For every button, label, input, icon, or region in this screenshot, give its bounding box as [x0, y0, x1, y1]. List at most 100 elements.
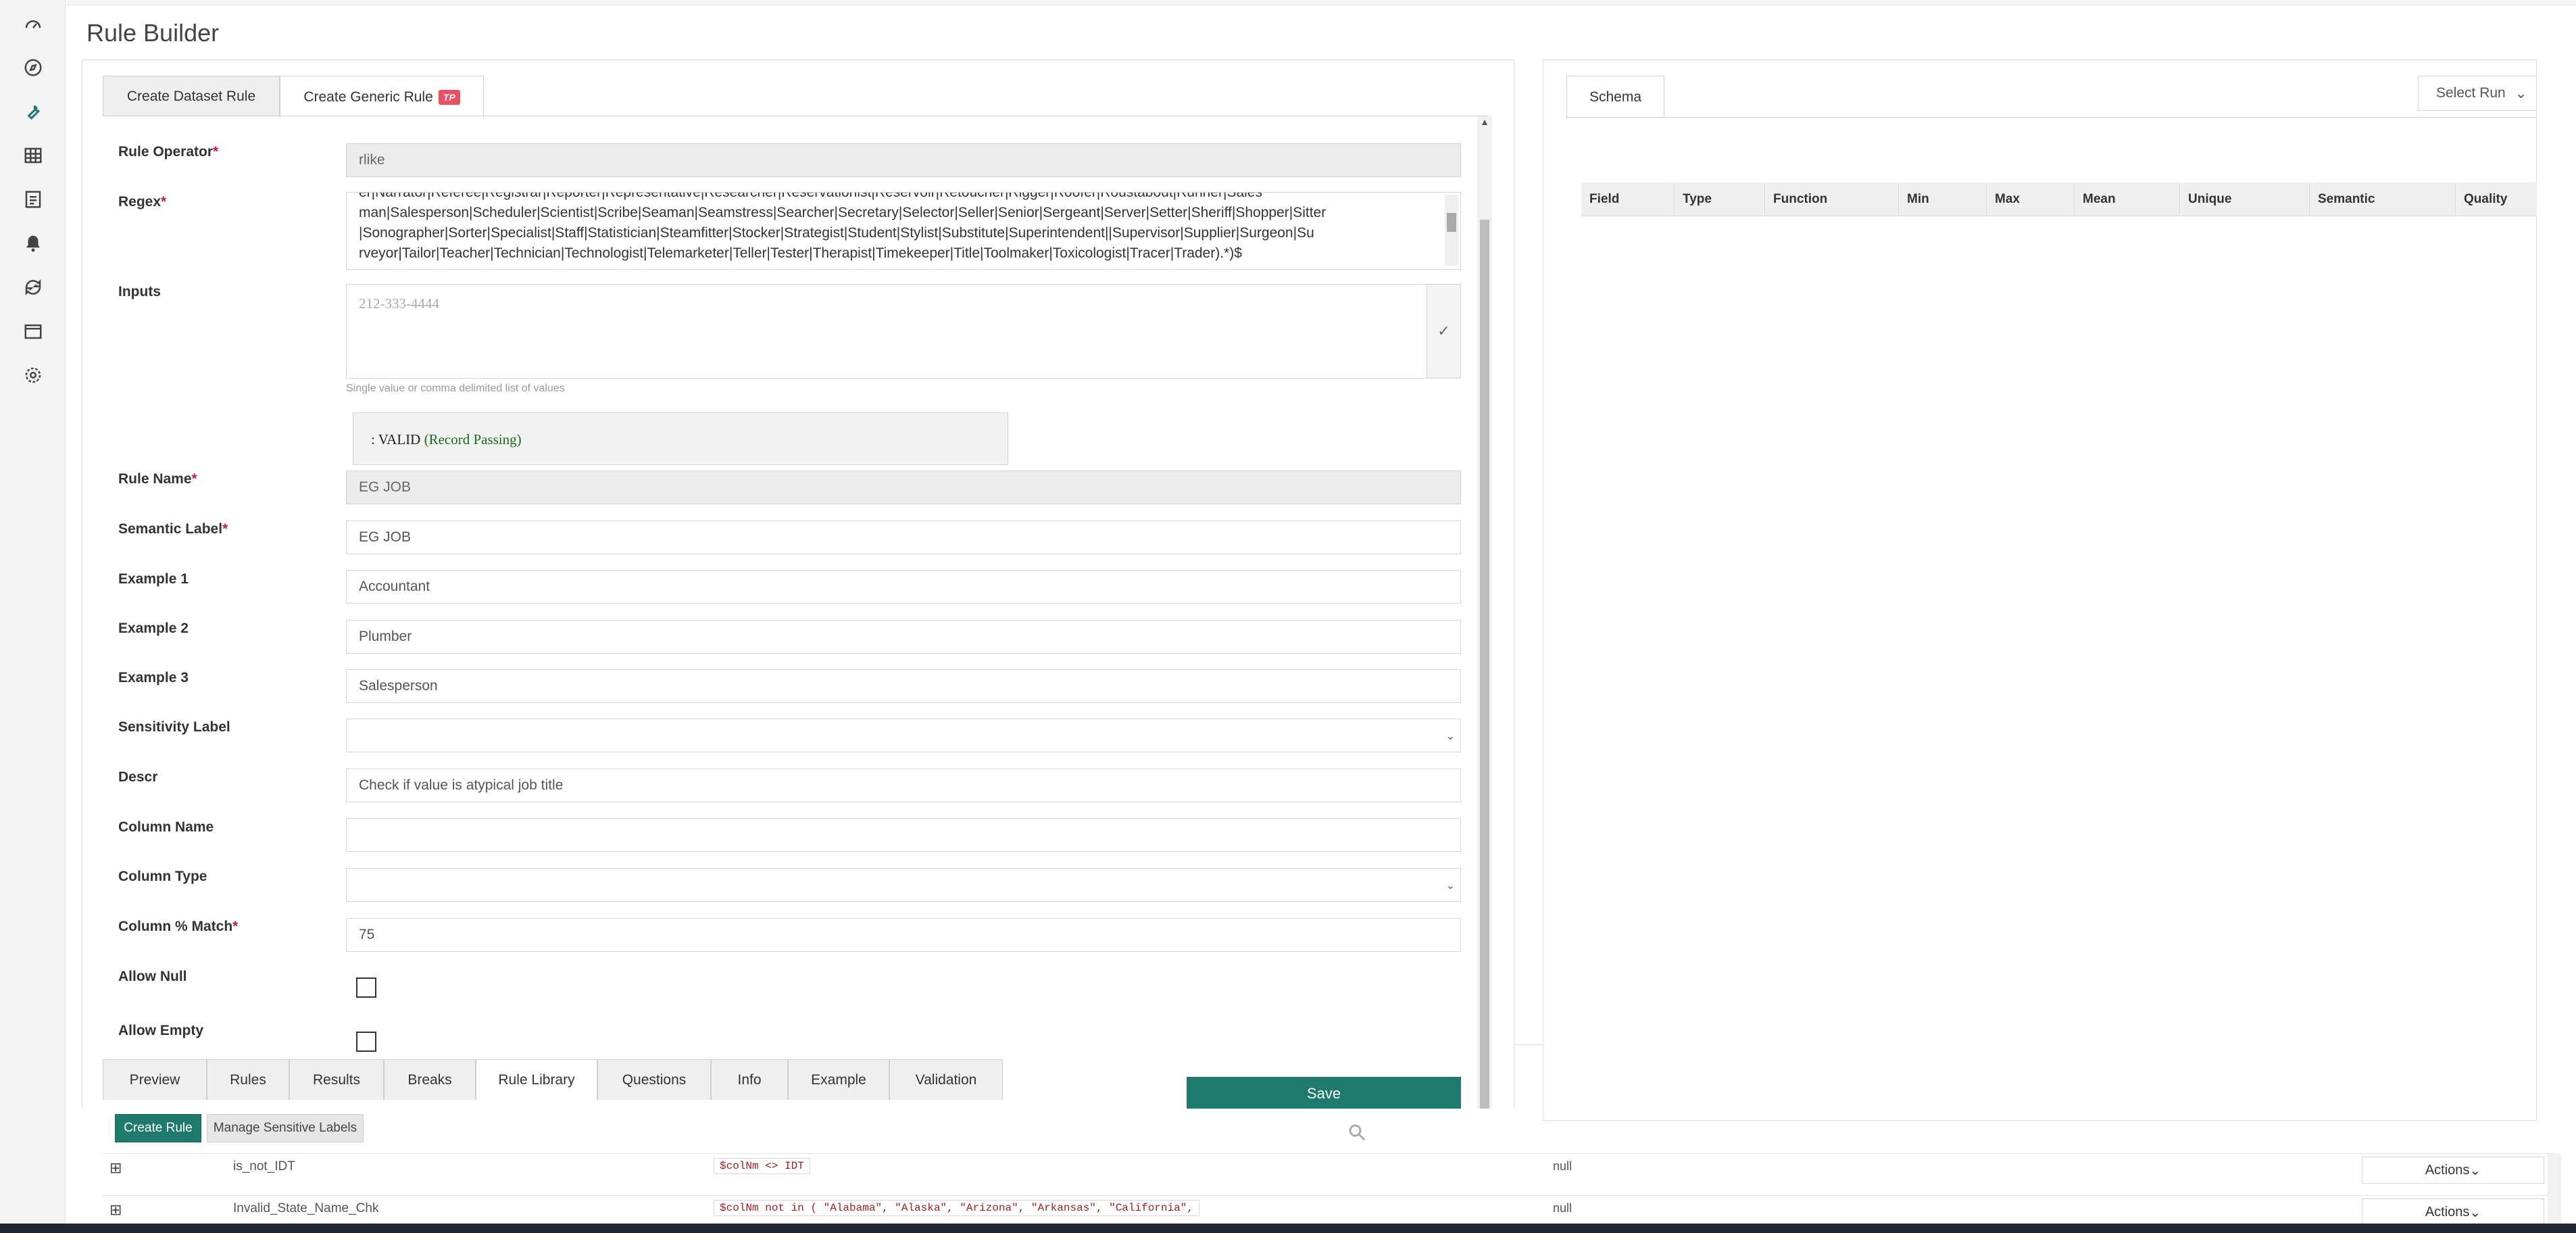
compass-icon[interactable]	[16, 51, 50, 84]
tab-info[interactable]: Info	[711, 1059, 788, 1100]
manage-sensitive-labels-button[interactable]: Manage Sensitive Labels	[207, 1114, 364, 1142]
allow-null-checkbox[interactable]	[356, 977, 376, 998]
tab-questions[interactable]: Questions	[597, 1059, 711, 1100]
panel-divider	[1514, 1044, 1543, 1045]
sidebar	[0, 0, 66, 1233]
tab-rules[interactable]: Rules	[207, 1059, 289, 1100]
tab-label: Create Generic Rule	[303, 89, 433, 105]
chevron-down-icon: ⌄	[1445, 731, 1455, 742]
tab-example[interactable]: Example	[788, 1059, 889, 1100]
tab-label: Create Dataset Rule	[126, 88, 256, 104]
regex-textarea[interactable]: er|Narrator|Referee|Registrar|Reporter|R…	[346, 192, 1461, 270]
valid-status: (Record Passing)	[424, 431, 522, 448]
rule-value-cell: null	[1553, 1201, 1572, 1215]
column-match-input[interactable]: 75	[346, 918, 1461, 952]
semantic-label-label: Semantic Label*	[118, 521, 228, 537]
schema-col-unique[interactable]: Unique	[2180, 183, 2310, 216]
schema-table-header: Field Type Function Min Max Mean Unique …	[1581, 183, 2537, 216]
tab-preview[interactable]: Preview	[103, 1059, 207, 1100]
regex-scrollbar-thumb[interactable]	[1447, 213, 1456, 232]
bell-icon[interactable]	[16, 226, 50, 260]
schema-col-semantic[interactable]: Semantic	[2310, 183, 2456, 216]
create-rule-button[interactable]: Create Rule	[115, 1114, 201, 1142]
save-button[interactable]: Save	[1187, 1077, 1461, 1111]
column-name-label: Column Name	[118, 819, 214, 835]
example2-input[interactable]: Plumber	[346, 620, 1461, 654]
inputs-label: Inputs	[118, 284, 161, 299]
actions-dropdown-button[interactable]: Actions ⌄	[2362, 1157, 2544, 1184]
tab-rule-library[interactable]: Rule Library	[476, 1059, 597, 1100]
rule-name-cell: is_not_IDT	[233, 1159, 295, 1174]
valid-prefix: : VALID	[371, 431, 421, 448]
example1-label: Example 1	[118, 571, 189, 587]
allow-empty-label: Allow Empty	[118, 1023, 204, 1038]
descr-label: Descr	[118, 769, 158, 785]
schema-panel	[1543, 59, 2537, 1121]
column-name-input[interactable]	[346, 818, 1461, 852]
validate-check-icon[interactable]: ✓	[1427, 284, 1461, 379]
example3-input[interactable]: Salesperson	[346, 669, 1461, 703]
rule-expression-cell: $colNm not in ( "Alabama", "Alaska", "Ar…	[714, 1200, 1199, 1216]
dashboard-icon[interactable]	[16, 7, 50, 41]
expand-row-icon[interactable]: ⊞	[109, 1159, 122, 1177]
regex-line: man|Salesperson|Scheduler|Scientist|Scri…	[359, 205, 1327, 220]
calendar-icon[interactable]	[16, 314, 50, 348]
wrench-icon[interactable]	[16, 95, 50, 128]
regex-line: rveyor|Tailor|Teacher|Technician|Technol…	[359, 245, 1242, 261]
library-tabs: Preview Rules Results Breaks Rule Librar…	[103, 1059, 1003, 1100]
tab-create-dataset-rule[interactable]: Create Dataset Rule	[103, 76, 280, 116]
sensitivity-label-label: Sensitivity Label	[118, 719, 230, 735]
column-type-label: Column Type	[118, 869, 207, 884]
chevron-down-icon: ⌄	[1445, 880, 1455, 892]
semantic-label-input[interactable]: EG JOB	[346, 521, 1461, 554]
table-row[interactable]: ⊞ is_not_IDT $colNm <> IDT null Actions ⌄	[101, 1153, 2554, 1194]
page-scrollbar[interactable]	[2548, 1154, 2561, 1233]
tab-schema[interactable]: Schema	[1566, 76, 1664, 118]
tp-badge: TP	[438, 89, 460, 105]
select-run-dropdown[interactable]: Select Run ⌄	[2418, 76, 2537, 111]
allow-null-label: Allow Null	[118, 969, 187, 984]
rule-name-input[interactable]: EG JOB	[346, 470, 1461, 504]
descr-input[interactable]: Check if value is atypical job title	[346, 769, 1461, 802]
example3-label: Example 3	[118, 670, 189, 685]
schema-col-function[interactable]: Function	[1765, 183, 1899, 216]
regex-label: Regex*	[118, 194, 167, 210]
rule-operator-label: Rule Operator*	[118, 144, 219, 160]
schema-col-field[interactable]: Field	[1581, 183, 1675, 216]
inputs-help-text: Single value or comma delimited list of …	[346, 383, 565, 394]
form-scrollbar-thumb[interactable]	[1480, 220, 1489, 1117]
schema-col-type[interactable]: Type	[1675, 183, 1765, 216]
schema-col-quality[interactable]: Quality	[2456, 183, 2537, 216]
tab-validation[interactable]: Validation	[889, 1059, 1003, 1100]
report-icon[interactable]	[16, 183, 50, 216]
tab-create-generic-rule[interactable]: Create Generic Rule TP	[280, 76, 484, 118]
search-icon[interactable]	[1347, 1122, 1367, 1146]
scroll-up-arrow-icon[interactable]: ▲	[1477, 116, 1492, 132]
actions-dropdown-button[interactable]: Actions ⌄	[2362, 1199, 2544, 1226]
os-taskbar	[0, 1224, 2576, 1233]
rule-operator-input[interactable]: rlike	[346, 143, 1461, 177]
schema-tab-divider	[1566, 117, 2537, 118]
sensitivity-label-select[interactable]: ⌄	[346, 719, 1461, 752]
schema-col-max[interactable]: Max	[1987, 183, 2075, 216]
gear-icon[interactable]	[16, 358, 50, 392]
rule-expression-cell: $colNm <> IDT	[714, 1158, 810, 1174]
rule-name-cell: Invalid_State_Name_Chk	[233, 1201, 379, 1215]
top-strip	[66, 0, 2576, 5]
tab-results[interactable]: Results	[289, 1059, 384, 1100]
allow-empty-checkbox[interactable]	[356, 1032, 376, 1052]
expand-row-icon[interactable]: ⊞	[109, 1201, 122, 1219]
example1-input[interactable]: Accountant	[346, 570, 1461, 604]
column-match-label: Column % Match*	[118, 919, 239, 934]
rule-name-label: Rule Name*	[118, 471, 197, 487]
regex-line: |Sonographer|Sorter|Specialist|Staff|Sta…	[359, 225, 1314, 241]
sync-icon[interactable]	[16, 270, 50, 304]
column-type-select[interactable]: ⌄	[346, 868, 1461, 902]
tab-breaks[interactable]: Breaks	[384, 1059, 476, 1100]
rule-type-tabs: Create Dataset Rule Create Generic Rule T…	[103, 76, 484, 118]
inputs-textarea[interactable]: 212-333-4444	[346, 284, 1427, 379]
schema-col-mean[interactable]: Mean	[2075, 183, 2180, 216]
schema-col-min[interactable]: Min	[1899, 183, 1987, 216]
rule-value-cell: null	[1553, 1159, 1572, 1173]
table-icon[interactable]	[16, 139, 50, 172]
